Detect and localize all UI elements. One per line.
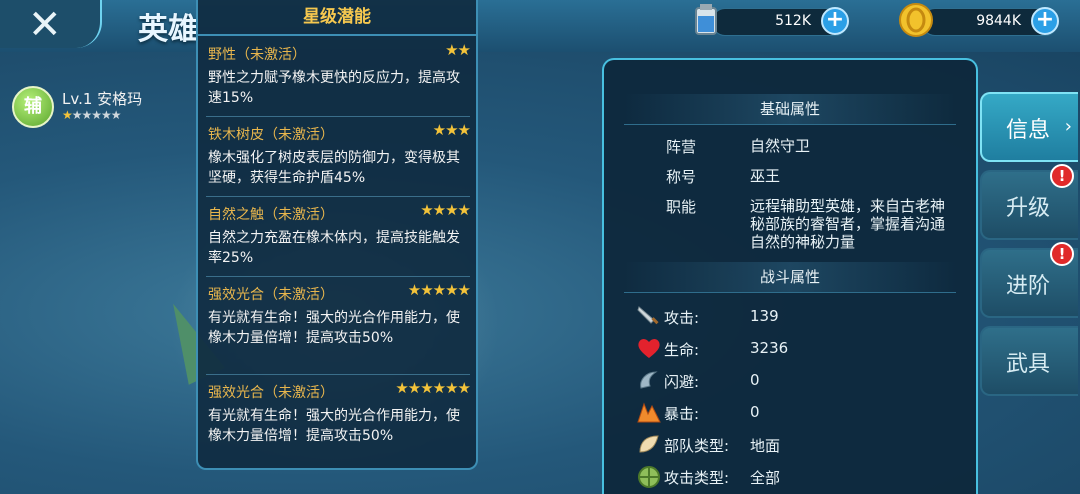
skill-item: 强效光合（未激活） ★★★★★ 有光就有生命！强大的光合作用能力，使橡木力量倍增… [208,281,471,348]
skill-item: 铁木树皮（未激活） ★★★ 橡木强化了树皮表层的防御力，变得极其坚硬，获得生命护… [208,121,471,188]
skill-stars: ★★ [445,41,471,59]
skill-desc: 有光就有生命！强大的光合作用能力，使橡木力量倍增！提高攻击50% [208,310,460,346]
resource-gold: 9844K + [922,7,1059,36]
potion-icon [695,4,717,35]
health-label: 生命: [664,341,700,359]
dodge-icon [640,371,658,389]
star-potential-panel: 星级潜能 野性（未激活） ★★ 野性之力赋予橡木更快的反应力，提高攻速15% 铁… [196,0,478,470]
critical-value: 0 [750,403,760,421]
skill-stars: ★★★★★ [407,281,471,299]
alert-icon: ! [1050,242,1074,266]
skill-stars: ★★★★★★ [395,379,471,397]
heart-icon [638,339,660,358]
close-icon: ✕ [28,2,62,48]
critical-label: 暴击: [664,405,700,423]
attack-label: 攻击: [664,309,700,327]
gold-coin-icon [899,3,933,37]
dodge-value: 0 [750,371,760,389]
attack-type-icon [638,466,660,488]
role-value: 远程辅助型英雄，来自古老神秘部族的睿智者，掌握着沟通自然的神秘力量 [750,197,946,251]
skill-item: 强效光合（未激活） ★★★★★★ 有光就有生命！强大的光合作用能力，使橡木力量倍… [208,379,471,446]
skill-item: 自然之触（未激活） ★★★★ 自然之力充盈在橡木体内，提高技能触发率25% [208,201,471,268]
hero-level-name: Lv.1 安格玛 [62,90,143,108]
basic-attributes-header: 基础属性 [624,94,956,125]
hero-star-rating: ★★★★★★ [62,108,122,122]
skill-item: 野性（未激活） ★★ 野性之力赋予橡木更快的反应力，提高攻速15% [208,41,471,108]
role-label: 职能 [666,198,697,216]
hero-tag: 辅 Lv.1 安格玛 ★★★★★★ [10,84,200,130]
skill-desc: 自然之力充盈在橡木体内，提高技能触发率25% [208,230,460,266]
unit-type-label: 部队类型: [664,437,730,455]
faction-value: 自然守卫 [750,137,811,155]
star-empty-icon: ★★★★★ [71,108,122,122]
resource-potion: 512K + [712,7,849,36]
star-icon: ★ [62,108,73,122]
divider [206,276,470,277]
combat-attributes-header: 战斗属性 [624,262,956,293]
unit-type-icon [639,435,659,453]
star-panel-title: 星级潜能 [198,0,476,36]
skill-name: 铁木树皮（未激活） [208,127,334,143]
title-value: 巫王 [750,167,781,185]
health-value: 3236 [750,339,789,357]
attack-value: 139 [750,307,779,325]
skill-stars: ★★★ [432,121,471,139]
sword-icon [637,306,659,325]
resource-value: 9844K [976,13,1021,29]
unit-type-value: 地面 [750,437,781,455]
add-gold-button[interactable]: + [1031,7,1059,35]
add-potion-button[interactable]: + [821,7,849,35]
divider [206,196,470,197]
alert-icon: ! [1050,164,1074,188]
skill-desc: 有光就有生命！强大的光合作用能力，使橡木力量倍增！提高攻击50% [208,408,460,444]
role-badge: 辅 [12,86,54,128]
attack-type-value: 全部 [750,469,781,487]
tab-label: 升级 [1006,196,1051,221]
tab-equipment[interactable]: 武具 [980,326,1078,396]
skill-desc: 野性之力赋予橡木更快的反应力，提高攻速15% [208,70,460,106]
tab-upgrade[interactable]: 升级 ! [980,164,1078,240]
tab-label: 武具 [1006,352,1051,377]
divider [206,374,470,375]
faction-label: 阵营 [666,138,697,156]
attribute-panel: 基础属性 阵营 自然守卫 称号 巫王 职能 远程辅助型英雄，来自古老神秘部族的睿… [602,58,978,494]
critical-icon [637,402,661,423]
page-title: 英雄 [138,12,198,47]
tab-label: 进阶 [1006,274,1051,299]
chevron-right-icon: › [1064,116,1072,137]
attack-type-label: 攻击类型: [664,469,730,487]
resource-value: 512K [775,13,811,29]
skill-stars: ★★★★ [420,201,471,219]
close-button[interactable]: ✕ [0,0,102,48]
skill-name: 野性（未激活） [208,47,306,63]
tab-advance[interactable]: 进阶 ! [980,242,1078,318]
tab-label: 信息 [1006,118,1051,143]
dodge-label: 闪避: [664,373,700,391]
tab-info[interactable]: 信息 › [980,92,1078,162]
title-label: 称号 [666,168,697,186]
skill-desc: 橡木强化了树皮表层的防御力，变得极其坚硬，获得生命护盾45% [208,150,460,186]
divider [206,116,470,117]
